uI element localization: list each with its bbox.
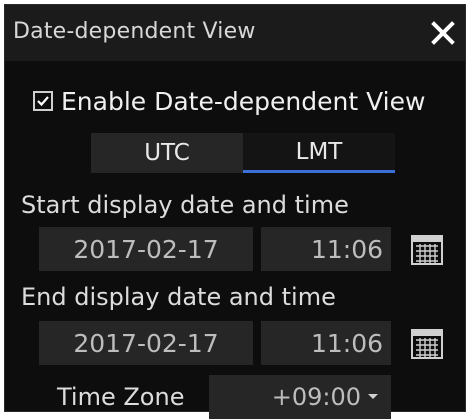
enable-label: Enable Date-dependent View — [61, 86, 426, 116]
calendar-icon — [411, 235, 443, 265]
tab-utc[interactable]: UTC — [91, 133, 243, 173]
start-display-label: Start display date and time — [21, 191, 349, 219]
start-calendar-button[interactable] — [407, 229, 447, 269]
end-date-field[interactable]: 2017-02-17 — [39, 321, 253, 365]
chevron-down-icon — [367, 393, 379, 401]
time-zone-select[interactable]: +09:00 — [209, 375, 391, 419]
end-time-field[interactable]: 11:06 — [261, 321, 391, 365]
calendar-icon — [411, 329, 443, 359]
close-icon — [431, 21, 455, 45]
close-button[interactable] — [423, 13, 463, 53]
end-display-label: End display date and time — [21, 283, 336, 311]
time-zone-label: Time Zone — [57, 383, 185, 411]
end-calendar-button[interactable] — [407, 323, 447, 363]
checkmark-icon — [37, 96, 49, 107]
start-time-field[interactable]: 11:06 — [261, 227, 391, 271]
time-reference-tabs: UTC LMT — [91, 133, 395, 173]
dialog-titlebar: Date-dependent View — [5, 5, 465, 61]
start-date-field[interactable]: 2017-02-17 — [39, 227, 253, 271]
tab-lmt[interactable]: LMT — [243, 133, 395, 173]
dialog-title: Date-dependent View — [13, 19, 256, 44]
time-zone-value: +09:00 — [271, 383, 361, 411]
date-dependent-view-dialog: Date-dependent View Enable Date-dependen… — [4, 4, 466, 419]
enable-date-dependent-view-toggle[interactable]: Enable Date-dependent View — [33, 85, 425, 117]
enable-checkbox[interactable] — [33, 91, 53, 111]
